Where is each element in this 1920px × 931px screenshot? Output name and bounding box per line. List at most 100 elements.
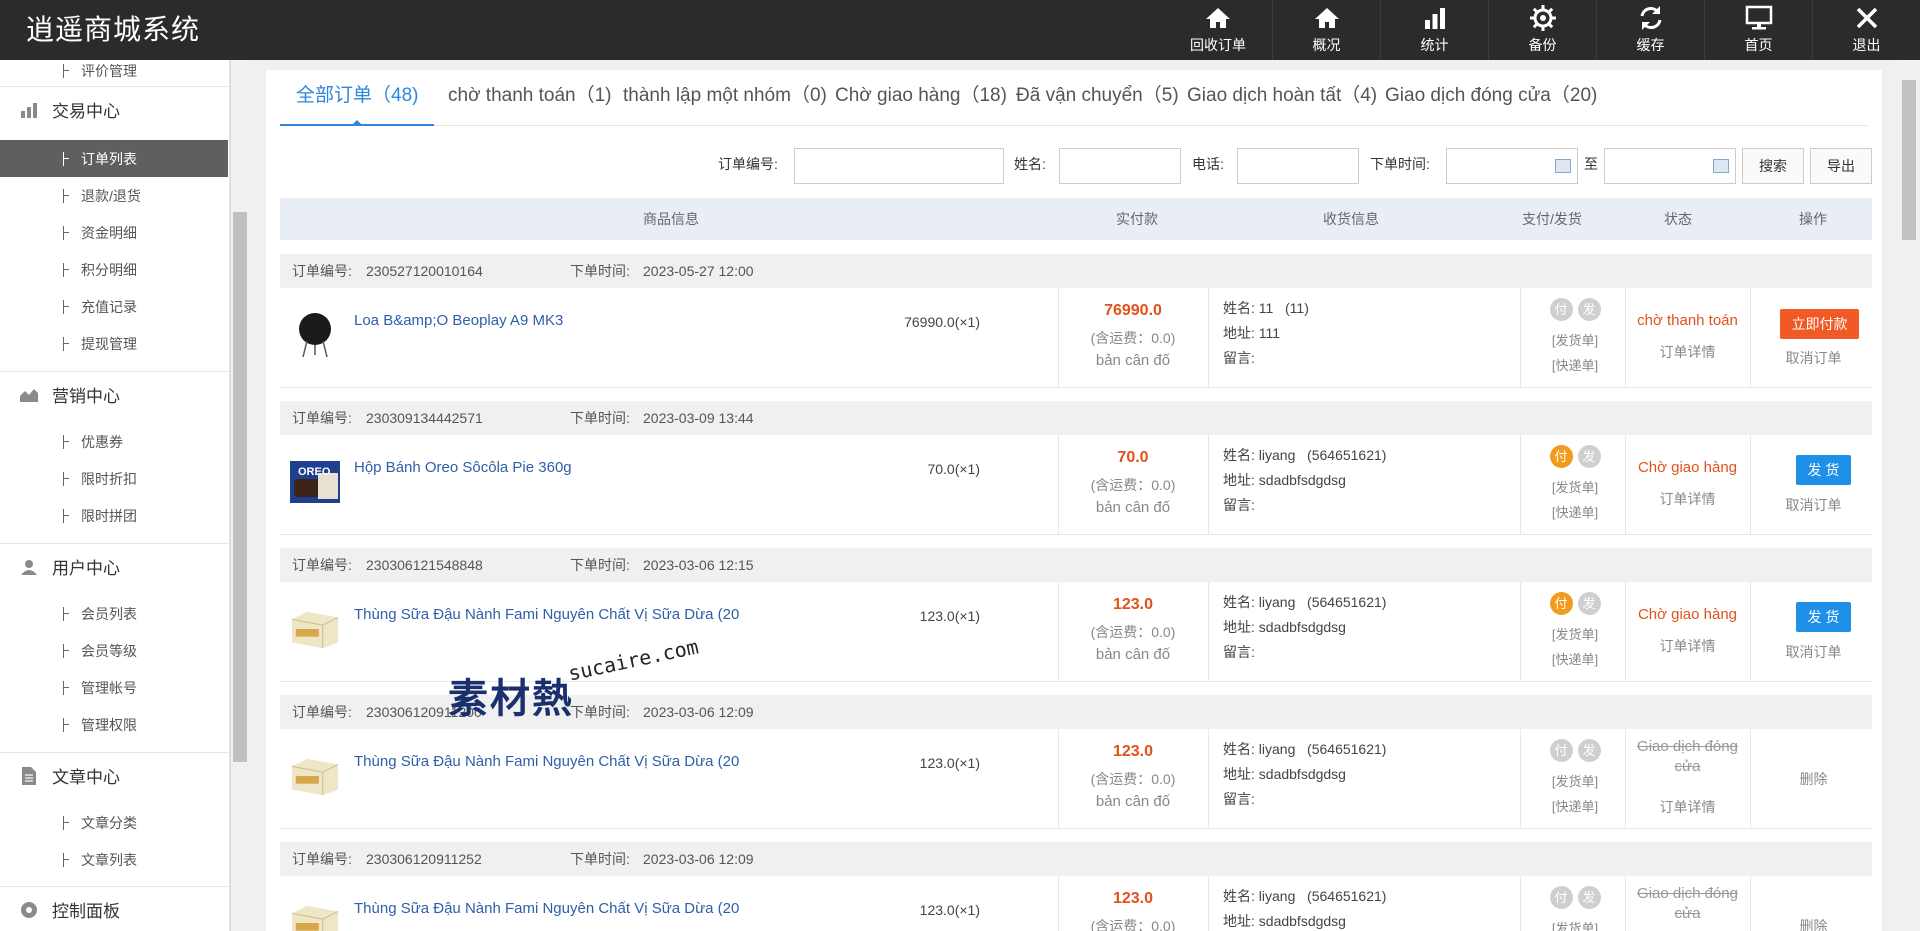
- product-image-speaker[interactable]: [290, 310, 340, 360]
- sidebar-item-refund[interactable]: 退款/退货: [0, 177, 228, 214]
- topnav-cache[interactable]: 缓存: [1596, 0, 1704, 60]
- order-time-prefix: 下单时间:: [570, 851, 630, 867]
- order-detail-link[interactable]: 订单详情: [1625, 489, 1750, 509]
- paid-amount: 70.0: [1117, 449, 1149, 466]
- ship-button[interactable]: 发 货: [1796, 602, 1851, 632]
- tree-branch-icon: [63, 189, 69, 203]
- cancel-order-link[interactable]: 取消订单: [1755, 642, 1872, 662]
- express-bill-link[interactable]: [快递单]: [1530, 502, 1620, 521]
- order-no: 230306121548848: [366, 557, 483, 573]
- name-input[interactable]: [1059, 148, 1181, 184]
- sidebar-item-fund-details[interactable]: 资金明细: [0, 214, 228, 251]
- sidebar-group-article-center[interactable]: 文章中心: [0, 752, 229, 798]
- sidebar-item-admin-accounts[interactable]: 管理帐号: [0, 669, 228, 706]
- product-name-link[interactable]: Thùng Sữa Đậu Nành Fami Nguyên Chất Vị S…: [354, 900, 739, 917]
- ship-bill-link[interactable]: [发货单]: [1530, 624, 1620, 643]
- order-time-prefix: 下单时间:: [570, 410, 630, 426]
- tab-all-orders[interactable]: 全部订单（48): [280, 76, 435, 126]
- sidebar-item-flash-discount[interactable]: 限时折扣: [0, 460, 228, 497]
- topnav-backup[interactable]: 备份: [1488, 0, 1596, 60]
- ship-bill-link[interactable]: [发货单]: [1530, 477, 1620, 496]
- ship-indicator: 发: [1577, 739, 1601, 762]
- ship-bill-link[interactable]: [发货单]: [1530, 771, 1620, 790]
- product-image-oreo[interactable]: OREO: [290, 457, 340, 507]
- product-name-link[interactable]: Thùng Sữa Đậu Nành Fami Nguyên Chất Vị S…: [354, 753, 739, 770]
- sidebar-item-member-level[interactable]: 会员等级: [0, 632, 228, 669]
- sidebar-item-order-list[interactable]: 订单列表: [0, 140, 228, 177]
- sidebar-item-review-management[interactable]: 评价管理: [0, 60, 228, 89]
- sidebar-item-coupons[interactable]: 优惠券: [0, 423, 228, 460]
- export-button[interactable]: 导出: [1810, 148, 1872, 184]
- delete-order-link[interactable]: 删除: [1755, 916, 1872, 931]
- sidebar-item-member-list[interactable]: 会员列表: [0, 595, 228, 632]
- sidebar-group-user-center[interactable]: 用户中心: [0, 543, 229, 589]
- topnav-overview[interactable]: 概况: [1272, 0, 1380, 60]
- order-body: OREO Hộp Bánh Oreo Sôcôla Pie 360g 70.0(…: [280, 435, 1872, 535]
- product-name-link[interactable]: Loa B&amp;O Beoplay A9 MK3: [354, 312, 563, 329]
- tab-pending-payment[interactable]: chờ thanh toán（1): [432, 76, 628, 126]
- bar-chart-icon: [18, 102, 40, 118]
- delete-order-link[interactable]: 删除: [1755, 769, 1872, 789]
- receiver-message: 留言:: [1223, 791, 1255, 807]
- tree-branch-icon: [63, 644, 69, 658]
- sidebar-item-admin-permissions[interactable]: 管理权限: [0, 706, 228, 743]
- sidebar-scrollbar-thumb[interactable]: [233, 212, 247, 762]
- order-time-prefix: 下单时间:: [570, 557, 630, 573]
- calendar-icon[interactable]: [1713, 159, 1729, 173]
- order-detail-link[interactable]: 订单详情: [1625, 636, 1750, 656]
- ship-bill-link[interactable]: [发货单]: [1530, 330, 1620, 349]
- receiver-address: 地址: sdadbfsdgdsg: [1223, 619, 1346, 635]
- pay-indicator: 付: [1549, 592, 1573, 615]
- tab-group-forming[interactable]: thành lập một nhóm（0): [607, 76, 843, 126]
- product-name-link[interactable]: Thùng Sữa Đậu Nành Fami Nguyên Chất Vị S…: [354, 606, 739, 623]
- phone-label: 电话:: [1192, 156, 1224, 172]
- topnav-home[interactable]: 首页: [1704, 0, 1812, 60]
- product-name-link[interactable]: Hộp Bánh Oreo Sôcôla Pie 360g: [354, 459, 572, 476]
- sidebar-item-article-list[interactable]: 文章列表: [0, 841, 228, 878]
- ship-bill-link[interactable]: [发货单]: [1530, 918, 1620, 931]
- order-detail-link[interactable]: 订单详情: [1625, 342, 1750, 362]
- close-icon: [1854, 4, 1880, 32]
- cancel-order-link[interactable]: 取消订单: [1755, 348, 1872, 368]
- start-date-input[interactable]: [1446, 148, 1578, 184]
- sidebar-group-trade-center[interactable]: 交易中心: [0, 86, 229, 132]
- express-bill-link[interactable]: [快递单]: [1530, 649, 1620, 668]
- topnav-recycle-orders[interactable]: 回收订单: [1164, 0, 1272, 60]
- product-image-soy-milk[interactable]: [290, 604, 340, 654]
- product-image-soy-milk[interactable]: [290, 751, 340, 801]
- calendar-icon[interactable]: [1555, 159, 1571, 173]
- order-time: 2023-03-09 13:44: [643, 410, 754, 426]
- main-scrollbar[interactable]: [1898, 60, 1920, 931]
- sidebar-item-points-details[interactable]: 积分明细: [0, 251, 228, 288]
- order-detail-link[interactable]: 订单详情: [1625, 797, 1750, 817]
- sidebar-scrollbar[interactable]: [230, 60, 248, 931]
- sidebar-item-article-category[interactable]: 文章分类: [0, 804, 228, 841]
- sidebar-item-group-buy[interactable]: 限时拼团: [0, 497, 228, 534]
- tab-completed[interactable]: Giao dịch hoàn tất（4): [1171, 76, 1393, 126]
- ship-button[interactable]: 发 货: [1796, 455, 1851, 485]
- ship-indicator: 发: [1577, 592, 1601, 615]
- order-row: 订单编号: 230306120911252 下单时间: 2023-03-06 1…: [280, 842, 1872, 931]
- sidebar-item-withdraw-management[interactable]: 提现管理: [0, 325, 228, 362]
- sidebar-group-marketing-center[interactable]: 营销中心: [0, 371, 229, 417]
- product-image-soy-milk[interactable]: [290, 898, 340, 931]
- end-date-input[interactable]: [1604, 148, 1736, 184]
- express-bill-link[interactable]: [快递单]: [1530, 796, 1620, 815]
- order-time: 2023-05-27 12:00: [643, 263, 754, 279]
- pay-now-button[interactable]: 立即付款: [1780, 309, 1859, 339]
- main-scrollbar-thumb[interactable]: [1902, 80, 1916, 240]
- topnav-statistics[interactable]: 统计: [1380, 0, 1488, 60]
- order-no-input[interactable]: [794, 148, 1004, 184]
- sidebar-item-recharge-records[interactable]: 充值记录: [0, 288, 228, 325]
- tab-pending-shipment[interactable]: Chờ giao hàng（18): [819, 76, 1023, 126]
- topnav-logout[interactable]: 退出: [1812, 0, 1920, 60]
- express-bill-link[interactable]: [快递单]: [1530, 355, 1620, 374]
- sidebar-group-control-panel[interactable]: 控制面板: [0, 886, 229, 931]
- tab-shipped[interactable]: Đã vận chuyển（5): [1000, 76, 1195, 126]
- search-button[interactable]: 搜索: [1742, 148, 1804, 184]
- pay-indicator: 付: [1549, 886, 1573, 909]
- tab-closed[interactable]: Giao dịch đóng cửa（20): [1369, 76, 1613, 126]
- phone-input[interactable]: [1237, 148, 1359, 184]
- order-status: chờ thanh toán: [1637, 312, 1738, 329]
- cancel-order-link[interactable]: 取消订单: [1755, 495, 1872, 515]
